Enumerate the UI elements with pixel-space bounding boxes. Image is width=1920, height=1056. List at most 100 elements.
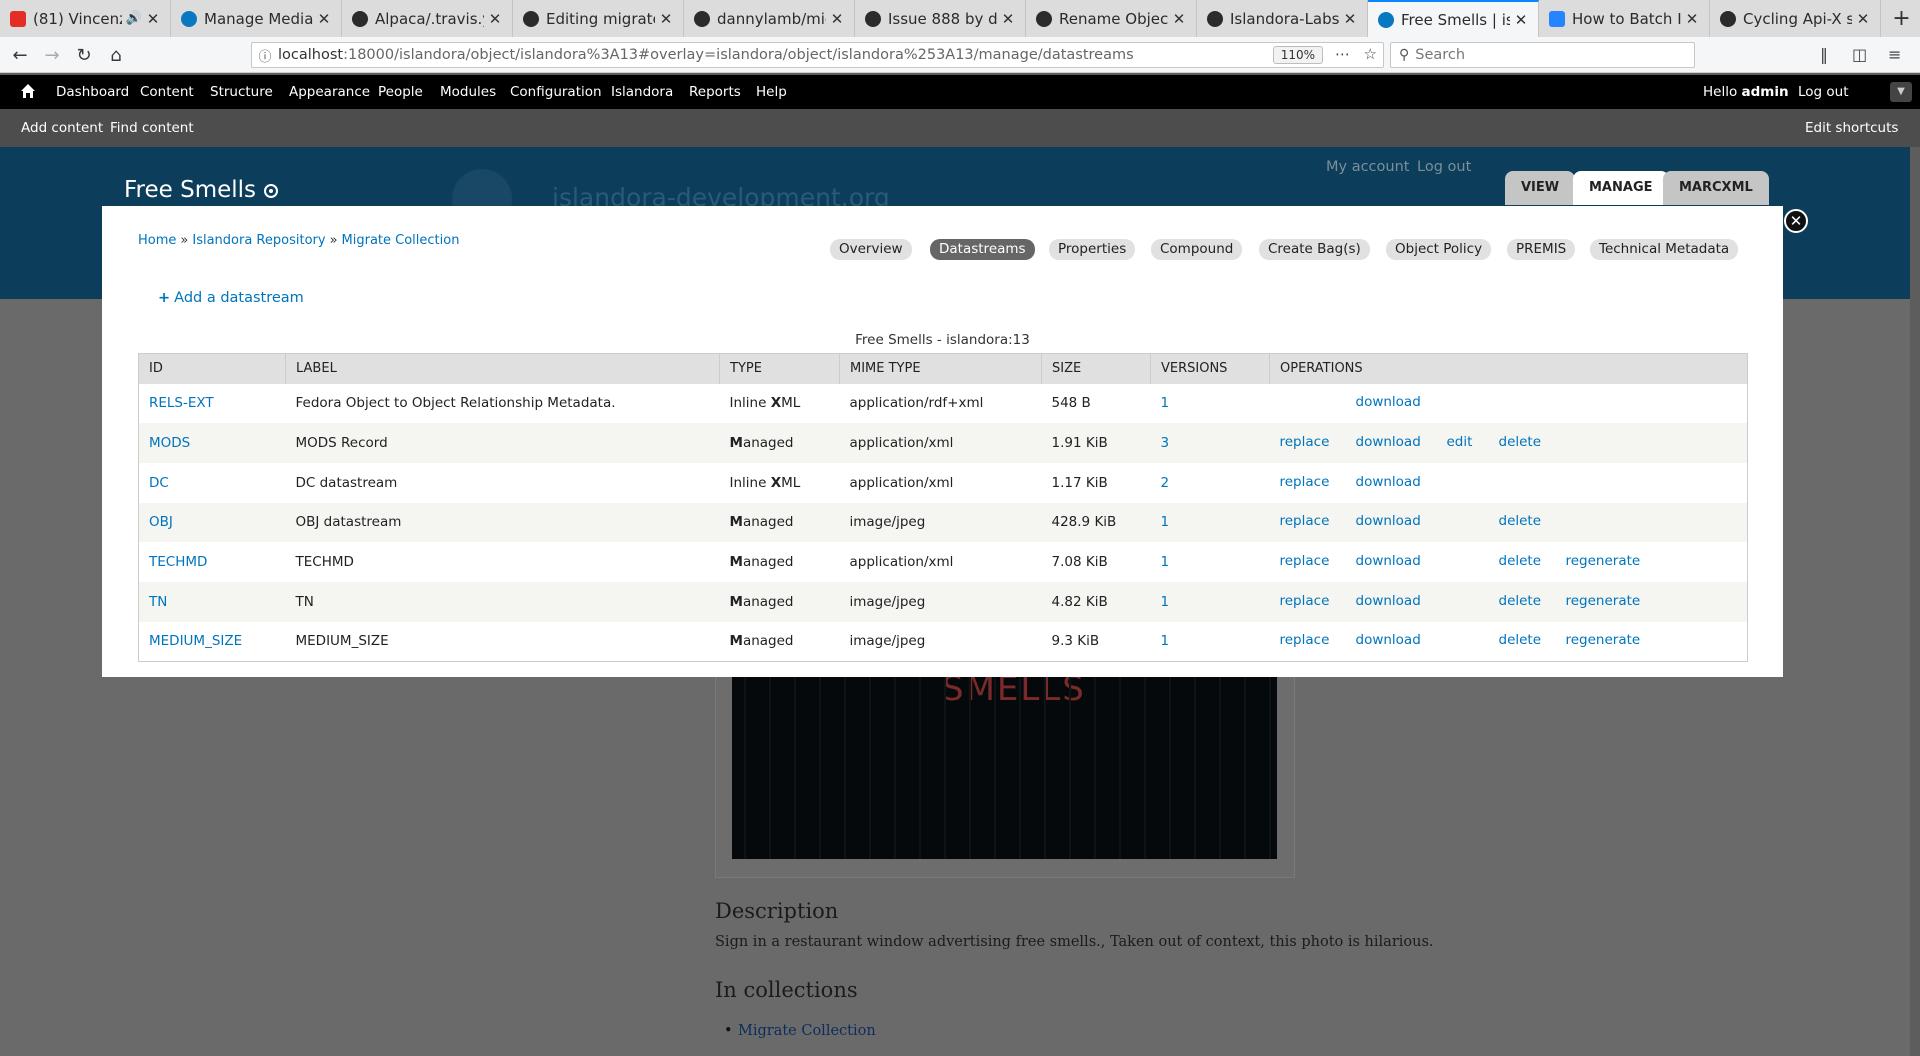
delete-link[interactable]: delete	[1499, 434, 1542, 450]
datastream-versions-link[interactable]: 1	[1161, 554, 1170, 570]
browser-tab[interactable]: Islandora-Labs/✕	[1197, 0, 1368, 37]
download-link[interactable]: download	[1356, 632, 1421, 648]
bookmark-star-icon[interactable]: ☆	[1364, 45, 1377, 63]
subtab-datastreams[interactable]: Datastreams	[930, 239, 1035, 260]
find-content-link[interactable]: Find content	[110, 120, 194, 136]
zoom-indicator[interactable]: 110%	[1272, 46, 1323, 64]
breadcrumb-collection[interactable]: Migrate Collection	[342, 233, 460, 248]
toolbar-reports[interactable]: Reports	[689, 84, 741, 100]
datastream-versions-link[interactable]: 1	[1161, 514, 1170, 530]
info-icon[interactable]: ⓘ	[252, 46, 278, 65]
tab-close-icon[interactable]: ✕	[830, 10, 844, 28]
tab-close-icon[interactable]: ✕	[1343, 10, 1357, 28]
collection-link[interactable]: Migrate Collection	[724, 1023, 876, 1039]
subtab-properties[interactable]: Properties	[1049, 239, 1136, 260]
toolbar-logout[interactable]: Log out	[1798, 84, 1849, 100]
tab-close-icon[interactable]: ✕	[146, 10, 160, 28]
tab-close-icon[interactable]: ✕	[317, 10, 331, 28]
browser-tab[interactable]: dannylamb/mig ✕	[684, 0, 855, 37]
delete-link[interactable]: delete	[1499, 593, 1542, 609]
replace-link[interactable]: replace	[1280, 434, 1330, 450]
tab-view[interactable]: VIEW	[1505, 171, 1576, 205]
search-bar[interactable]: ⚲ Search	[1390, 42, 1695, 68]
subtab-object-policy[interactable]: Object Policy	[1386, 239, 1492, 260]
chevron-down-icon[interactable]: ▼	[1890, 82, 1912, 102]
datastream-versions-link[interactable]: 1	[1161, 395, 1170, 411]
datastream-id-link[interactable]: MODS	[149, 435, 190, 451]
toolbar-content[interactable]: Content	[140, 84, 194, 100]
download-link[interactable]: download	[1356, 593, 1421, 609]
regenerate-link[interactable]: regenerate	[1566, 553, 1641, 569]
datastream-id-link[interactable]: OBJ	[149, 514, 173, 530]
toolbar-help[interactable]: Help	[756, 84, 787, 100]
tab-manage[interactable]: MANAGE	[1573, 171, 1669, 205]
username[interactable]: admin	[1742, 84, 1789, 100]
reload-button[interactable]: ↻	[71, 43, 97, 67]
subtab-compound[interactable]: Compound	[1151, 239, 1243, 260]
speaker-icon[interactable]: 🔊	[126, 11, 142, 26]
forward-button[interactable]: →	[39, 43, 65, 67]
datastream-id-link[interactable]: DC	[149, 475, 169, 491]
delete-link[interactable]: delete	[1499, 553, 1542, 569]
edit-shortcuts-link[interactable]: Edit shortcuts	[1805, 120, 1898, 136]
tab-close-icon[interactable]: ✕	[1514, 11, 1528, 29]
subtab-premis[interactable]: PREMIS	[1507, 239, 1576, 260]
download-link[interactable]: download	[1356, 513, 1421, 529]
back-button[interactable]: ←	[7, 43, 33, 67]
site-name[interactable]: Free Smells	[124, 177, 279, 203]
toolbar-configuration[interactable]: Configuration	[510, 84, 602, 100]
delete-link[interactable]: delete	[1499, 632, 1542, 648]
tab-close-icon[interactable]: ✕	[1001, 10, 1015, 28]
datastream-versions-link[interactable]: 2	[1161, 475, 1170, 491]
browser-tab[interactable]: Editing migrate ✕	[513, 0, 684, 37]
page-actions-icon[interactable]: ⋯	[1335, 45, 1350, 63]
subtab-overview[interactable]: Overview	[830, 239, 912, 260]
datastream-versions-link[interactable]: 3	[1161, 435, 1170, 451]
contextual-links-icon[interactable]	[264, 183, 279, 198]
toolbar-structure[interactable]: Structure	[210, 84, 273, 100]
datastream-id-link[interactable]: TN	[149, 594, 167, 610]
subtab-technical-metadata[interactable]: Technical Metadata	[1590, 239, 1739, 260]
add-datastream-link[interactable]: + Add a datastream	[158, 290, 304, 306]
home-icon[interactable]	[20, 83, 36, 99]
url-bar[interactable]: ⓘ localhost:18000/islandora/object/islan…	[251, 42, 1384, 68]
download-link[interactable]: download	[1356, 553, 1421, 569]
tab-close-icon[interactable]: ✕	[1685, 10, 1699, 28]
header-logout-link[interactable]: Log out	[1417, 159, 1471, 175]
browser-tab[interactable]: Free Smells | isla✕	[1368, 0, 1539, 37]
tab-close-icon[interactable]: ✕	[1856, 10, 1870, 28]
menu-icon[interactable]: ≡	[1888, 45, 1901, 64]
datastream-id-link[interactable]: RELS-EXT	[149, 395, 214, 411]
download-link[interactable]: download	[1356, 434, 1421, 450]
datastream-id-link[interactable]: TECHMD	[149, 554, 207, 570]
breadcrumb-repository[interactable]: Islandora Repository	[192, 233, 325, 248]
replace-link[interactable]: replace	[1280, 513, 1330, 529]
subtab-create-bags[interactable]: Create Bag(s)	[1259, 239, 1370, 260]
my-account-link[interactable]: My account	[1326, 159, 1409, 175]
toolbar-dashboard[interactable]: Dashboard	[56, 84, 129, 100]
browser-tab[interactable]: Alpaca/.travis.y ✕	[342, 0, 513, 37]
regenerate-link[interactable]: regenerate	[1566, 593, 1641, 609]
browser-tab[interactable]: (81) Vincenzo 🔊 ✕	[0, 0, 171, 37]
delete-link[interactable]: delete	[1499, 513, 1542, 529]
close-icon[interactable]: ✕	[1784, 209, 1808, 233]
replace-link[interactable]: replace	[1280, 593, 1330, 609]
browser-tab[interactable]: Issue 888 by dan✕	[855, 0, 1026, 37]
toolbar-appearance[interactable]: Appearance	[289, 84, 370, 100]
regenerate-link[interactable]: regenerate	[1566, 632, 1641, 648]
tab-marcxml[interactable]: MARCXML	[1663, 171, 1769, 205]
browser-tab[interactable]: Cycling Api-X sta✕	[1710, 0, 1881, 37]
edit-link[interactable]: edit	[1447, 434, 1473, 450]
tab-close-icon[interactable]: ✕	[659, 10, 673, 28]
new-tab-button[interactable]: +	[1883, 0, 1920, 37]
home-button[interactable]: ⌂	[103, 43, 129, 67]
replace-link[interactable]: replace	[1280, 632, 1330, 648]
breadcrumb-home[interactable]: Home	[138, 233, 176, 248]
datastream-versions-link[interactable]: 1	[1161, 633, 1170, 649]
replace-link[interactable]: replace	[1280, 474, 1330, 490]
library-icon[interactable]: ‖	[1820, 45, 1828, 64]
replace-link[interactable]: replace	[1280, 553, 1330, 569]
browser-tab[interactable]: How to Batch In ✕	[1539, 0, 1710, 37]
tab-close-icon[interactable]: ✕	[488, 10, 502, 28]
browser-tab[interactable]: Manage Media | ✕	[171, 0, 342, 37]
